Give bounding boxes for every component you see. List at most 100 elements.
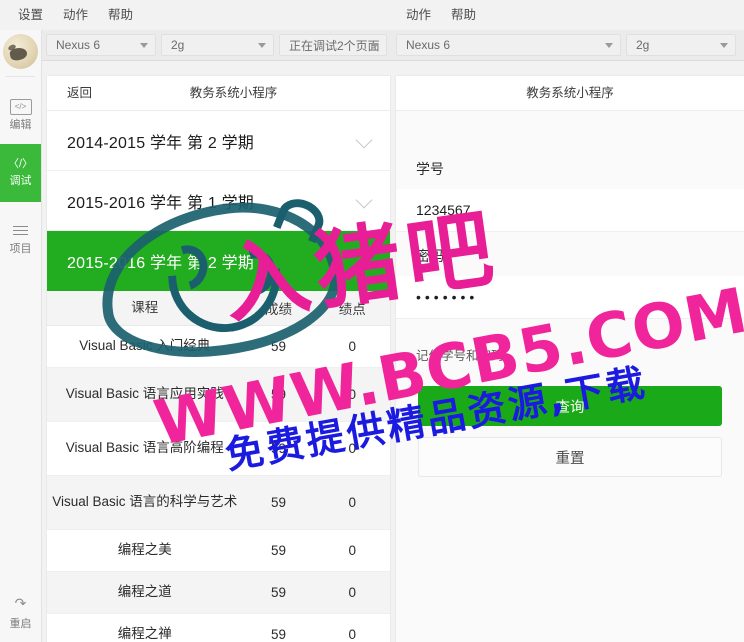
cell-score: 59 xyxy=(270,339,287,354)
right-navbar: 教务系统小程序 xyxy=(396,76,744,111)
menu-item-help-right[interactable]: 帮助 xyxy=(441,0,486,30)
device-toolbar: Nexus 6 2g 正在调试2个页面 Nexus 6 2g xyxy=(0,30,744,61)
left-icon-rail: </> 编辑 〈/〉 调试 项目 ↷ 重启 xyxy=(0,30,42,642)
memory-select-right[interactable]: 2g xyxy=(626,34,736,56)
memory-select-right-value: 2g xyxy=(636,38,650,52)
rail-item-debug[interactable]: 〈/〉 调试 xyxy=(0,144,41,202)
cell-gpa: 0 xyxy=(348,585,356,600)
cell-score: 59 xyxy=(270,387,287,402)
chevron-up-icon xyxy=(355,256,373,274)
code-box-icon: </> xyxy=(9,99,32,115)
table-row[interactable]: Visual Basic 语言的科学与艺术 59 0 xyxy=(47,476,390,530)
column-header-score: 成绩 xyxy=(265,302,292,317)
chevron-down-icon xyxy=(258,42,266,48)
password-label: 密码 xyxy=(416,248,444,264)
debug-status-select[interactable]: 正在调试2个页面 xyxy=(279,34,387,56)
term-row-2-label: 2015-2016 学年 第 1 学期 xyxy=(67,194,254,212)
grades-table-body: Visual Basic 入门经典 59 0 Visual Basic 语言应用… xyxy=(47,326,390,642)
cell-gpa: 0 xyxy=(348,627,356,642)
chevron-down-icon xyxy=(371,42,379,48)
cell-score: 59 xyxy=(270,441,287,456)
student-id-field-group: 学号 1234567 xyxy=(396,145,744,232)
rail-divider xyxy=(6,76,35,77)
chevron-down-icon xyxy=(140,42,148,48)
rail-item-project-label: 项目 xyxy=(9,243,32,255)
student-id-input[interactable]: 1234567 xyxy=(396,189,744,232)
rail-item-debug-label: 调试 xyxy=(9,175,32,187)
cell-gpa: 0 xyxy=(348,339,356,354)
rail-item-restart-label: 重启 xyxy=(9,617,32,630)
cell-course: 编程之道 xyxy=(117,584,172,600)
cell-course: Visual Basic 语言应用实践 xyxy=(65,386,224,402)
remember-credentials-label[interactable]: 记住学号和密码 xyxy=(396,319,744,364)
form-top-spacer xyxy=(396,111,744,145)
cell-score: 59 xyxy=(270,585,287,600)
avatar[interactable] xyxy=(3,34,38,69)
table-row[interactable]: 编程之禅 59 0 xyxy=(47,614,390,642)
right-page-title: 教务系统小程序 xyxy=(526,86,614,100)
table-row[interactable]: 编程之美 59 0 xyxy=(47,530,390,572)
chevron-down-icon xyxy=(605,42,613,48)
simulator-right: 教务系统小程序 学号 1234567 密码 ••••••• 记住学号和密码 查询… xyxy=(396,76,744,642)
column-header-gpa: 绩点 xyxy=(338,302,366,317)
project-list-icon xyxy=(13,223,28,238)
cell-score: 59 xyxy=(270,627,287,642)
device-select-right-value: Nexus 6 xyxy=(406,38,451,52)
term-row-2[interactable]: 2015-2016 学年 第 1 学期 xyxy=(47,171,390,231)
cell-course: 编程之禅 xyxy=(117,626,172,642)
cell-course: Visual Basic 语言高阶编程 xyxy=(65,440,224,456)
menu-item-actions[interactable]: 动作 xyxy=(53,0,98,30)
cell-gpa: 0 xyxy=(348,543,356,558)
term-row-3[interactable]: 2015-2016 学年 第 2 学期 xyxy=(47,231,390,291)
debug-status-value: 正在调试2个页面 xyxy=(289,38,380,53)
rail-item-edit-label: 编辑 xyxy=(9,119,32,131)
device-select-left[interactable]: Nexus 6 xyxy=(46,34,156,56)
table-row[interactable]: 编程之道 59 0 xyxy=(47,572,390,614)
column-header-course: 课程 xyxy=(131,299,159,315)
login-form: 学号 1234567 密码 ••••••• 记住学号和密码 查询 重置 xyxy=(396,111,744,642)
term-accordion: 2014-2015 学年 第 2 学期 2015-2016 学年 第 1 学期 … xyxy=(47,111,390,291)
chevron-down-icon xyxy=(720,42,728,48)
table-row[interactable]: Visual Basic 语言高阶编程 59 0 xyxy=(47,422,390,476)
left-navbar: 返回 教务系统小程序 xyxy=(47,76,390,111)
cell-gpa: 0 xyxy=(348,441,356,456)
menu-item-settings[interactable]: 设置 xyxy=(8,0,53,30)
rail-item-project[interactable]: 项目 xyxy=(0,210,41,268)
term-row-1[interactable]: 2014-2015 学年 第 2 学期 xyxy=(47,111,390,171)
table-row[interactable]: Visual Basic 语言应用实践 59 0 xyxy=(47,368,390,422)
cell-course: Visual Basic 语言的科学与艺术 xyxy=(52,494,238,510)
form-buttons: 查询 重置 xyxy=(396,364,744,477)
rail-item-restart[interactable]: ↷ 重启 xyxy=(0,590,41,636)
memory-select-left[interactable]: 2g xyxy=(161,34,274,56)
device-select-left-value: Nexus 6 xyxy=(56,38,101,52)
cell-score: 59 xyxy=(270,543,287,558)
student-id-label: 学号 xyxy=(416,161,444,177)
cell-course: 编程之美 xyxy=(117,542,172,558)
cell-score: 59 xyxy=(270,495,287,510)
menu-bar: 设置 动作 帮助 动作 帮助 xyxy=(0,0,744,30)
menu-item-help[interactable]: 帮助 xyxy=(98,0,143,30)
memory-select-left-value: 2g xyxy=(171,38,185,52)
menu-group-left: 设置 动作 帮助 xyxy=(8,0,143,30)
chevron-down-icon xyxy=(355,131,373,148)
reset-button[interactable]: 重置 xyxy=(418,437,722,477)
left-page-title: 教务系统小程序 xyxy=(189,86,278,100)
debug-icon: 〈/〉 xyxy=(7,158,34,170)
restart-icon: ↷ xyxy=(14,594,27,611)
mini-program-devtool-window: 设置 动作 帮助 动作 帮助 Nexus 6 2g 正在调试2个页面 Nexus… xyxy=(0,0,744,642)
password-field-group: 密码 ••••••• xyxy=(396,232,744,319)
menu-group-right: 动作 帮助 xyxy=(396,0,486,30)
cell-gpa: 0 xyxy=(348,495,356,510)
device-select-right[interactable]: Nexus 6 xyxy=(396,34,621,56)
grades-table-header: 课程 成绩 绩点 xyxy=(47,291,390,326)
table-row[interactable]: Visual Basic 入门经典 59 0 xyxy=(47,326,390,368)
term-row-1-label: 2014-2015 学年 第 2 学期 xyxy=(67,134,254,152)
password-input[interactable]: ••••••• xyxy=(396,276,744,319)
query-button[interactable]: 查询 xyxy=(418,386,722,426)
term-row-3-label: 2015-2016 学年 第 2 学期 xyxy=(67,255,254,272)
menu-item-actions-right[interactable]: 动作 xyxy=(396,0,441,30)
chevron-down-icon xyxy=(355,191,373,208)
rail-item-edit[interactable]: </> 编辑 xyxy=(0,86,41,144)
simulator-left: 返回 教务系统小程序 2014-2015 学年 第 2 学期 2015-2016… xyxy=(47,76,390,642)
cell-course: Visual Basic 入门经典 xyxy=(79,338,211,354)
